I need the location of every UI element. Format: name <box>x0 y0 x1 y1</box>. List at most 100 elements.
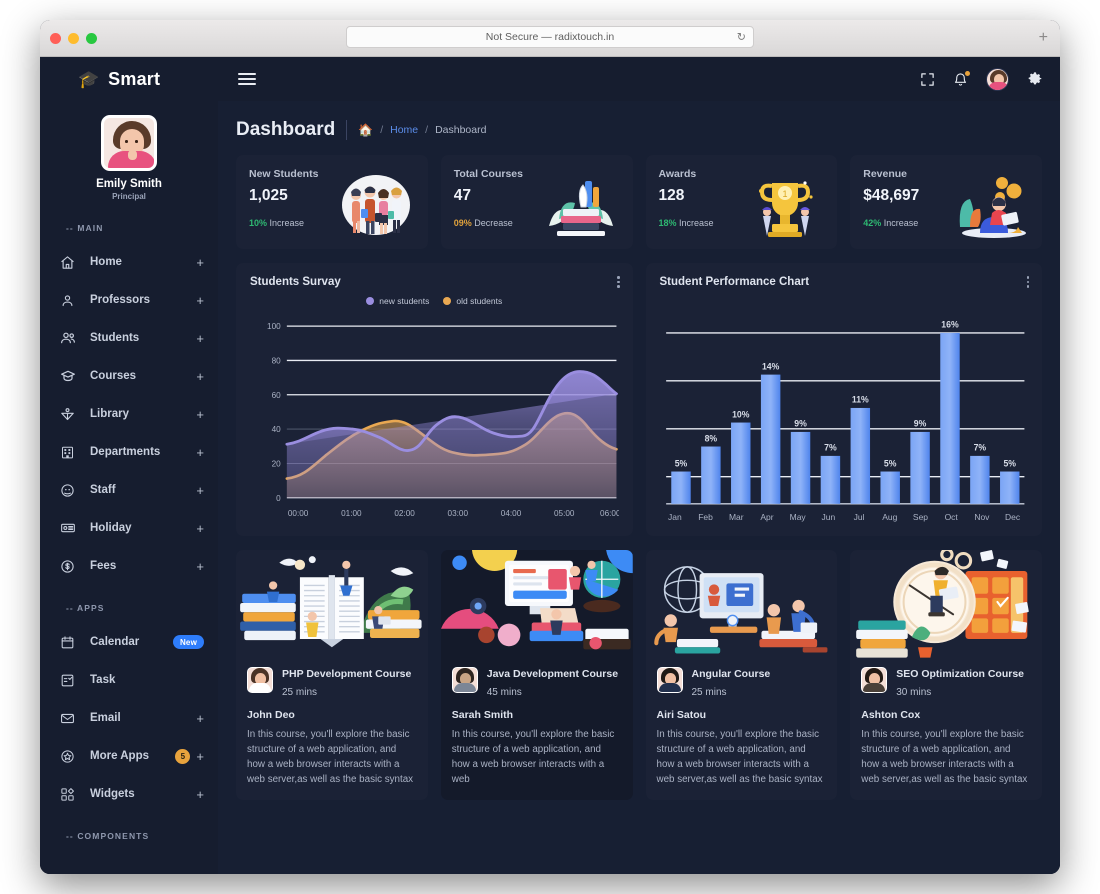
apps-icon <box>60 749 82 764</box>
course-author: Sarah Smith <box>451 709 514 722</box>
course-description: In this course, you'll explore the basic… <box>247 729 414 785</box>
maximize-window-button[interactable] <box>86 32 97 44</box>
expand-plus-icon[interactable]: + <box>196 332 204 345</box>
stat-card-awards[interactable]: Awards 128 18% Increase 1 <box>645 155 838 249</box>
breadcrumb-home-link[interactable]: Home <box>390 124 418 136</box>
sidebar-section-apps: -- APPS <box>66 603 105 613</box>
expand-plus-icon[interactable]: + <box>196 294 204 307</box>
svg-text:06:00: 06:00 <box>600 509 618 518</box>
home-icon <box>60 255 82 270</box>
clock-illustration <box>850 550 1042 658</box>
sidebar-item-professors[interactable]: Professors + <box>40 281 218 319</box>
stat-delta-text: Increase <box>883 218 919 228</box>
hamburger-icon[interactable] <box>238 73 256 85</box>
status-badge: New <box>172 635 204 649</box>
sidebar-item-widgets[interactable]: Widgets + <box>40 775 218 813</box>
stat-title: New Students <box>249 168 319 180</box>
svg-text:04:00: 04:00 <box>501 509 522 518</box>
expand-plus-icon[interactable]: + <box>196 484 204 497</box>
stat-delta: 42% <box>863 218 882 228</box>
expand-plus-icon[interactable]: + <box>196 370 204 383</box>
topbar <box>218 57 1060 101</box>
stat-card-total-courses[interactable]: Total Courses 47 09% Decrease <box>440 155 633 249</box>
sidebar-profile: Emily Smith Principal <box>40 101 218 205</box>
legend-item[interactable]: old students <box>443 296 502 306</box>
panel-menu-button[interactable] <box>617 276 620 288</box>
sidebar-item-more-apps[interactable]: More Apps 5 + <box>40 737 218 775</box>
notification-count-badge: 5 <box>175 748 191 764</box>
user-icon <box>60 293 82 308</box>
svg-text:8%: 8% <box>704 433 717 443</box>
course-card-php[interactable]: PHP Development Course 25 mins John Deo … <box>236 550 428 800</box>
close-window-button[interactable] <box>50 32 61 44</box>
avatar[interactable] <box>986 67 1009 91</box>
x-tick-label: May <box>789 512 806 522</box>
chart-legend: new students old students <box>250 296 619 306</box>
course-description: In this course, you'll explore the basic… <box>861 729 1028 785</box>
sidebar-item-courses[interactable]: Courses + <box>40 357 218 395</box>
sidebar-item-task[interactable]: Task <box>40 661 218 699</box>
envelope-icon <box>60 711 82 726</box>
sidebar-item-home[interactable]: Home + <box>40 243 218 281</box>
course-card-angular[interactable]: Angular Course 25 mins Airi Satou In thi… <box>645 550 838 800</box>
sidebar-item-staff[interactable]: Staff + <box>40 471 218 509</box>
course-card-seo[interactable]: SEO Optimization Course 30 mins Ashton C… <box>850 550 1042 800</box>
legend-label: old students <box>456 296 503 306</box>
stat-title: Revenue <box>863 168 908 180</box>
expand-plus-icon[interactable]: + <box>196 408 204 421</box>
sidebar-item-label: Library <box>90 408 129 420</box>
stat-card-new-students[interactable]: New Students 1,025 10% Increase <box>236 155 428 249</box>
expand-plus-icon[interactable]: + <box>196 788 204 801</box>
sidebar-item-library[interactable]: Library + <box>40 395 218 433</box>
stat-card-row: New Students 1,025 10% Increase Total Co… <box>236 155 1042 249</box>
sidebar-item-label: Calendar <box>90 636 140 648</box>
course-card-java[interactable]: Java Development Course 45 mins Sarah Sm… <box>440 550 633 800</box>
svg-text:01:00: 01:00 <box>341 509 362 518</box>
sidebar-section-main: -- MAIN <box>66 223 104 233</box>
svg-text:10%: 10% <box>732 409 750 419</box>
address-bar[interactable]: Not Secure — radixtouch.in ↻ <box>346 26 754 48</box>
sidebar-item-calendar[interactable]: Calendar New <box>40 623 218 661</box>
browser-window: Not Secure — radixtouch.in ↻ + 🎓 Smart E… <box>40 20 1060 874</box>
brand-logo[interactable]: 🎓 Smart <box>40 57 218 101</box>
sidebar-item-email[interactable]: Email + <box>40 699 218 737</box>
gear-icon[interactable] <box>1027 71 1043 87</box>
svg-text:05:00: 05:00 <box>554 509 575 518</box>
window-controls[interactable] <box>50 32 97 44</box>
sidebar-item-label: Staff <box>90 484 116 496</box>
sidebar-item-students[interactable]: Students + <box>40 319 218 357</box>
stat-card-revenue[interactable]: Revenue $48,697 42% Increase <box>850 155 1042 249</box>
sidebar-item-holiday[interactable]: Holiday + <box>40 509 218 547</box>
fullscreen-icon[interactable] <box>920 72 935 87</box>
x-tick-label: Dec <box>1005 512 1021 522</box>
course-author: Ashton Cox <box>861 709 921 722</box>
minimize-window-button[interactable] <box>68 32 79 44</box>
x-tick-label: Aug <box>882 512 898 522</box>
stat-delta: 10% <box>249 218 268 228</box>
expand-plus-icon[interactable]: + <box>196 446 204 459</box>
users-icon <box>60 330 82 346</box>
avatar <box>451 667 478 693</box>
new-tab-button[interactable]: + <box>1039 30 1048 46</box>
bell-icon[interactable] <box>953 70 970 87</box>
svg-text:03:00: 03:00 <box>448 509 469 518</box>
panel-title: Students Survay <box>250 276 341 288</box>
expand-plus-icon[interactable]: + <box>196 256 204 269</box>
chart-row: Students Survay new students old student… <box>236 263 1042 536</box>
sidebar-item-fees[interactable]: Fees + <box>40 547 218 585</box>
reload-icon[interactable]: ↻ <box>737 31 746 44</box>
panel-menu-button[interactable] <box>1026 276 1029 288</box>
sidebar-item-label: Task <box>90 674 116 686</box>
expand-plus-icon[interactable]: + <box>196 560 204 573</box>
sidebar-section-components: -- COMPONENTS <box>66 831 150 841</box>
sidebar-item-departments[interactable]: Departments + <box>40 433 218 471</box>
expand-plus-icon[interactable]: + <box>196 712 204 725</box>
stat-delta-text: Decrease <box>474 218 513 228</box>
avatar[interactable] <box>101 115 157 171</box>
expand-plus-icon[interactable]: + <box>196 750 204 763</box>
sidebar: 🎓 Smart Emily Smith Principal -- MAIN Ho… <box>40 57 218 874</box>
course-author: John Deo <box>247 709 295 722</box>
home-icon[interactable]: 🏠 <box>358 123 373 137</box>
expand-plus-icon[interactable]: + <box>196 522 204 535</box>
legend-item[interactable]: new students <box>366 296 429 306</box>
